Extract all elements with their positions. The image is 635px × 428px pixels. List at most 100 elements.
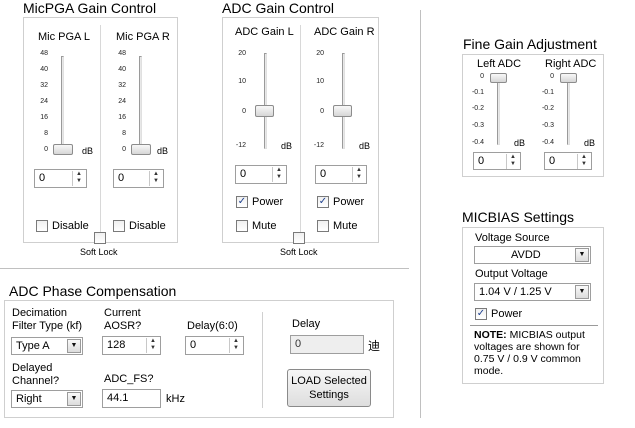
fine-gain-right-value[interactable]: 0 ▲ ▼ [544, 152, 592, 170]
tick-label: -0.2 [541, 105, 554, 112]
tick-label: 0 [320, 108, 324, 115]
tick-label: -0.1 [471, 89, 484, 96]
fine-gain-right-slider-track[interactable] [567, 75, 570, 145]
mic-pga-left-scale: 48 40 32 24 16 8 0 [30, 50, 60, 153]
adc-gain-left-value[interactable]: 0 ▲ ▼ [235, 165, 287, 184]
mic-pga-left-disable-label: Disable [52, 220, 89, 232]
aosr-value[interactable]: 128 ▲ ▼ [102, 336, 161, 355]
spin-arrows-icon[interactable]: ▲ ▼ [72, 171, 85, 186]
adc-gain-left-slider-track[interactable] [264, 53, 267, 149]
spin-arrows-icon[interactable]: ▲ ▼ [577, 154, 590, 169]
section-divider-horizontal [0, 268, 409, 269]
adc-soft-lock-label: Soft Lock [280, 247, 318, 257]
load-button-line-2: Settings [309, 389, 349, 401]
adc-left-mute-checkbox[interactable] [236, 220, 248, 232]
tick-label: -12 [313, 142, 324, 149]
spin-arrows-icon[interactable]: ▲ ▼ [149, 171, 162, 186]
adc-right-mute-checkbox[interactable] [317, 220, 329, 232]
adc-gain-left-value-text: 0 [240, 168, 247, 180]
delayed-channel-dropdown[interactable]: Right ▼ [11, 390, 83, 408]
spin-arrows-icon[interactable]: ▲ ▼ [506, 154, 519, 169]
tick-label: -0.3 [471, 122, 484, 129]
output-voltage-value: 1.04 V / 1.25 V [479, 286, 552, 298]
micbias-note-divider [470, 325, 598, 326]
adcfs-field[interactable]: 44.1 [102, 389, 161, 408]
decimation-label-1: Decimation [12, 307, 68, 319]
chevron-down-icon[interactable]: ▼ [67, 339, 81, 353]
mic-pga-left-slider-thumb[interactable] [53, 144, 73, 155]
tick-label: 40 [40, 66, 48, 73]
mic-pga-left-value-text: 0 [39, 172, 46, 184]
tick-label: 0 [44, 146, 48, 153]
adc-gain-left-scale: 20 10 0 -12 [228, 50, 258, 150]
fine-gain-left-slider-track[interactable] [497, 75, 500, 145]
phase-inner-divider [262, 312, 263, 408]
tick-label: 8 [122, 130, 126, 137]
chevron-down-icon[interactable]: ▼ [575, 248, 589, 262]
decimation-label-2: Filter Type (kf) [12, 320, 83, 332]
adc-gain-title: ADC Gain Control [222, 0, 335, 16]
load-selected-settings-button[interactable]: LOAD Selected Settings [287, 369, 371, 407]
delay-label: Delay [292, 318, 321, 330]
decimation-filter-dropdown[interactable]: Type A ▼ [11, 337, 83, 355]
tick-label: 24 [40, 98, 48, 105]
voltage-source-label: Voltage Source [475, 232, 550, 244]
fine-gain-left-value[interactable]: 0 ▲ ▼ [473, 152, 521, 170]
tick-label: -0.4 [541, 139, 554, 146]
decimation-filter-value: Type A [16, 340, 50, 352]
delay60-value[interactable]: 0 ▲ ▼ [185, 336, 244, 355]
delay60-label: Delay(6:0) [187, 320, 238, 332]
adc-gain-right-value-text: 0 [320, 168, 327, 180]
tick-label: 10 [316, 78, 324, 85]
fine-gain-left-scale: 0 -0.1 -0.2 -0.3 -0.4 [466, 73, 486, 153]
fine-gain-right-slider-thumb[interactable] [560, 73, 577, 83]
mic-pga-left-unit: dB [82, 146, 94, 156]
micbias-note-bold: NOTE: [474, 329, 507, 341]
adc-gain-left-slider-thumb[interactable] [255, 105, 274, 117]
adc-left-power-checkbox[interactable]: ✓ [236, 196, 248, 208]
adc-gain-right-slider-thumb[interactable] [333, 105, 352, 117]
delayed-channel-value: Right [16, 393, 42, 405]
micpga-divider [100, 25, 101, 235]
tick-label: 0 [242, 108, 246, 115]
phase-title: ADC Phase Compensation [9, 283, 177, 299]
fine-gain-right-label: Right ADC [545, 58, 597, 70]
mic-pga-left-value[interactable]: 0 ▲ ▼ [34, 169, 87, 188]
adc-left-mute-label: Mute [252, 220, 277, 232]
tick-label: 48 [40, 50, 48, 57]
micpga-soft-lock-checkbox[interactable] [94, 232, 106, 244]
mic-pga-right-slider-track[interactable] [139, 56, 142, 152]
adc-gain-right-slider-track[interactable] [342, 53, 345, 149]
aosr-label-1: Current [104, 307, 141, 319]
mic-pga-left-disable-checkbox[interactable] [36, 220, 48, 232]
tick-label: 8 [44, 130, 48, 137]
adc-soft-lock-checkbox[interactable] [293, 232, 305, 244]
mic-pga-right-scale: 48 40 32 24 16 8 0 [108, 50, 138, 153]
fine-gain-left-slider-thumb[interactable] [490, 73, 507, 83]
tick-label: 32 [118, 82, 126, 89]
delay-unit-icon: 迪 [368, 339, 381, 353]
tick-label: 32 [40, 82, 48, 89]
spin-arrows-icon[interactable]: ▲ ▼ [272, 167, 285, 182]
mic-pga-right-value[interactable]: 0 ▲ ▼ [113, 169, 164, 188]
spin-arrows-icon[interactable]: ▲ ▼ [352, 167, 365, 182]
spin-arrows-icon[interactable]: ▲ ▼ [229, 338, 242, 353]
tick-label: 24 [118, 98, 126, 105]
mic-pga-right-slider-thumb[interactable] [131, 144, 151, 155]
aosr-label-2: AOSR? [104, 320, 142, 332]
voltage-source-dropdown[interactable]: AVDD ▼ [474, 246, 591, 264]
micbias-title: MICBIAS Settings [462, 209, 575, 225]
spin-arrows-icon[interactable]: ▲ ▼ [146, 338, 159, 353]
mic-pga-right-disable-checkbox[interactable] [113, 220, 125, 232]
micbias-note: NOTE: MICBIAS output voltages are shown … [474, 329, 598, 377]
output-voltage-dropdown[interactable]: 1.04 V / 1.25 V ▼ [474, 283, 591, 301]
micbias-power-checkbox[interactable]: ✓ [475, 308, 487, 320]
mic-pga-left-slider-track[interactable] [61, 56, 64, 152]
adc-right-power-checkbox[interactable]: ✓ [317, 196, 329, 208]
adc-gain-right-label: ADC Gain R [314, 26, 375, 38]
micbias-power-label: Power [491, 308, 523, 320]
delayed-channel-label-2: Channel? [12, 375, 60, 387]
adc-gain-right-value[interactable]: 0 ▲ ▼ [315, 165, 367, 184]
chevron-down-icon[interactable]: ▼ [67, 392, 81, 406]
chevron-down-icon[interactable]: ▼ [575, 285, 589, 299]
